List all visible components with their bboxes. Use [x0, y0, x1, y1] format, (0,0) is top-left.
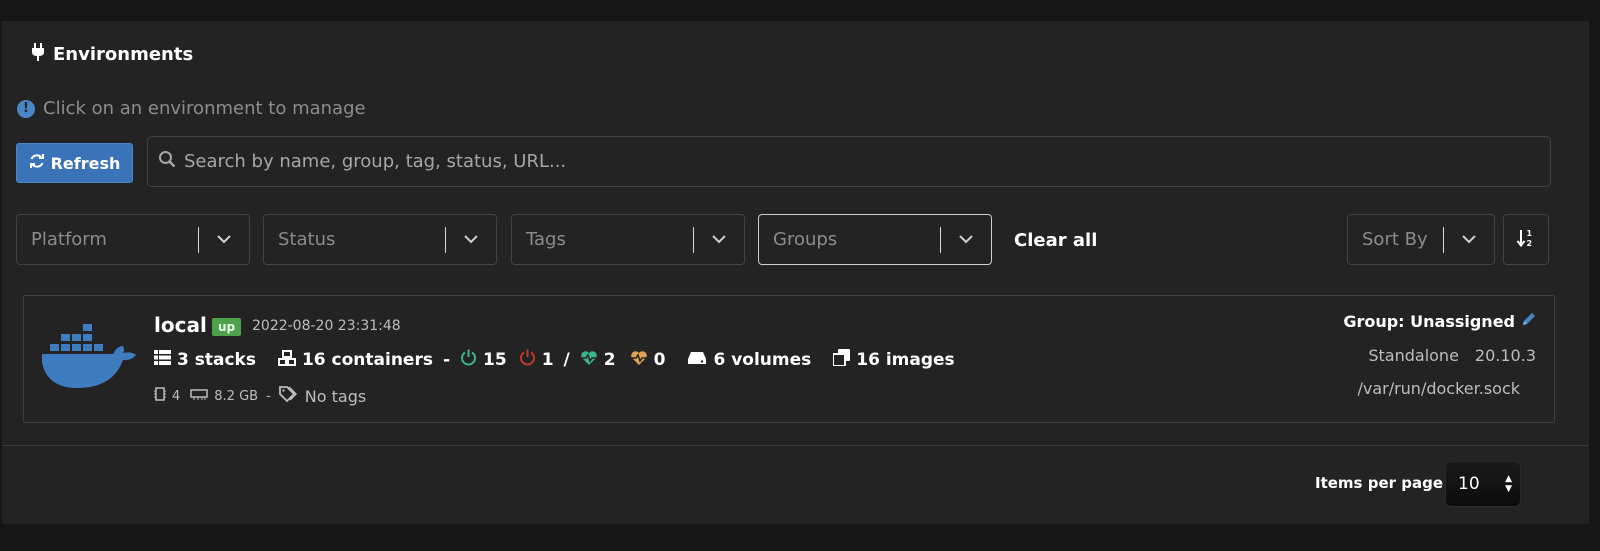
- unhealthy-stat: 0: [630, 350, 666, 371]
- power-off-icon: [519, 349, 536, 371]
- status-filter[interactable]: Status: [263, 214, 497, 265]
- chevron-down-icon[interactable]: [446, 235, 496, 244]
- info-icon: !: [17, 99, 35, 118]
- items-per-page-select[interactable]: 10 ▲ ▼: [1445, 461, 1521, 507]
- heartbeat-healthy-icon: [580, 350, 598, 371]
- refresh-button[interactable]: Refresh: [16, 143, 133, 183]
- volumes-count: 6 volumes: [713, 350, 812, 370]
- healthy-count: 2: [603, 350, 616, 370]
- hdd-icon: [687, 350, 707, 370]
- heartbeat-unhealthy-icon: [630, 350, 648, 371]
- footer-divider: [2, 445, 1589, 446]
- containers-stat: 16 containers: [277, 349, 433, 371]
- running-count: 15: [483, 350, 507, 370]
- healthy-stat: 2: [580, 350, 616, 371]
- tags-filter[interactable]: Tags: [511, 214, 745, 265]
- items-per-page-label: Items per page: [1315, 474, 1444, 492]
- select-arrows-icon: ▲ ▼: [1505, 474, 1512, 494]
- images-count: 16 images: [856, 350, 955, 370]
- svg-text:1: 1: [1527, 229, 1533, 238]
- stopped-count: 1: [541, 350, 554, 370]
- stacks-count: 3 stacks: [177, 350, 256, 370]
- search-placeholder: Search by name, group, tag, status, URL.…: [184, 151, 567, 172]
- cubes-icon: [277, 349, 296, 371]
- refresh-label: Refresh: [50, 153, 121, 173]
- environment-details: Group: Unassigned Standalone 20.10.3 /var…: [1343, 312, 1536, 398]
- platform-filter-label: Platform: [31, 229, 107, 250]
- docker-version: 20.10.3: [1474, 346, 1536, 365]
- stopped-stat: 1: [519, 349, 554, 371]
- search-input[interactable]: Search by name, group, tag, status, URL.…: [147, 136, 1551, 187]
- memory-icon: [190, 388, 209, 404]
- containers-count: 16 containers: [301, 350, 433, 370]
- type-info: Standalone 20.10.3: [1343, 346, 1536, 365]
- refresh-icon: [29, 153, 45, 173]
- environment-item[interactable]: local up 2022-08-20 23:31:48 3 stacks 16…: [23, 295, 1555, 423]
- environment-timestamp: 2022-08-20 23:31:48: [252, 318, 401, 334]
- clear-all-button[interactable]: Clear all: [1014, 230, 1097, 251]
- health-separator: /: [563, 350, 570, 370]
- hint-text: Click on an environment to manage: [43, 98, 366, 119]
- group-info: Group: Unassigned: [1343, 312, 1536, 331]
- cpu-icon: [154, 387, 166, 405]
- chevron-down-icon[interactable]: [694, 235, 744, 244]
- tags-icon: [278, 386, 299, 406]
- edit-pencil-icon[interactable]: [1521, 312, 1536, 331]
- environment-url: /var/run/docker.sock: [1357, 379, 1520, 398]
- stacks-stat: 3 stacks: [154, 350, 256, 370]
- clone-icon: [832, 349, 851, 371]
- svg-text:2: 2: [1527, 239, 1533, 248]
- list-icon: [154, 350, 171, 370]
- chevron-down-icon[interactable]: [199, 235, 249, 244]
- info-hint: ! Click on an environment to manage: [17, 98, 366, 119]
- tags-filter-label: Tags: [526, 229, 566, 250]
- platform-filter[interactable]: Platform: [16, 214, 250, 265]
- volumes-stat: 6 volumes: [687, 350, 811, 370]
- environment-name: local: [154, 313, 207, 337]
- page-title: Environments: [53, 44, 194, 65]
- unhealthy-count: 0: [653, 350, 666, 370]
- chevron-down-icon[interactable]: [941, 235, 991, 244]
- docker-icon: [41, 322, 137, 394]
- chevron-down-icon[interactable]: [1444, 235, 1494, 244]
- environment-specs: 4 8.2 GB - No tags: [154, 386, 366, 406]
- power-on-icon: [460, 349, 477, 371]
- sort-by-select[interactable]: Sort By: [1347, 214, 1495, 265]
- items-per-page-value: 10: [1458, 474, 1480, 494]
- groups-filter-label: Groups: [773, 229, 838, 250]
- tags-value: No tags: [304, 386, 367, 406]
- group-label: Group: Unassigned: [1343, 312, 1515, 331]
- sort-numeric-icon: 12: [1516, 228, 1536, 252]
- panel-header: Environments: [31, 43, 193, 66]
- search-icon: [158, 150, 176, 173]
- environment-stats: 3 stacks 16 containers - 15 1 / 2 0 6 vo…: [154, 349, 955, 371]
- sort-by-label: Sort By: [1362, 229, 1428, 250]
- status-filter-label: Status: [278, 229, 336, 250]
- status-badge: up: [212, 318, 242, 336]
- sort-order-button[interactable]: 12: [1503, 214, 1549, 265]
- environment-type: Standalone: [1368, 346, 1459, 365]
- memory-size: 8.2 GB: [214, 388, 259, 404]
- cpu-count: 4: [172, 388, 181, 404]
- groups-filter[interactable]: Groups: [758, 214, 992, 265]
- environments-panel: Environments ! Click on an environment t…: [2, 21, 1589, 524]
- plug-icon: [31, 43, 45, 66]
- running-stat: 15: [460, 349, 507, 371]
- images-stat: 16 images: [832, 349, 955, 371]
